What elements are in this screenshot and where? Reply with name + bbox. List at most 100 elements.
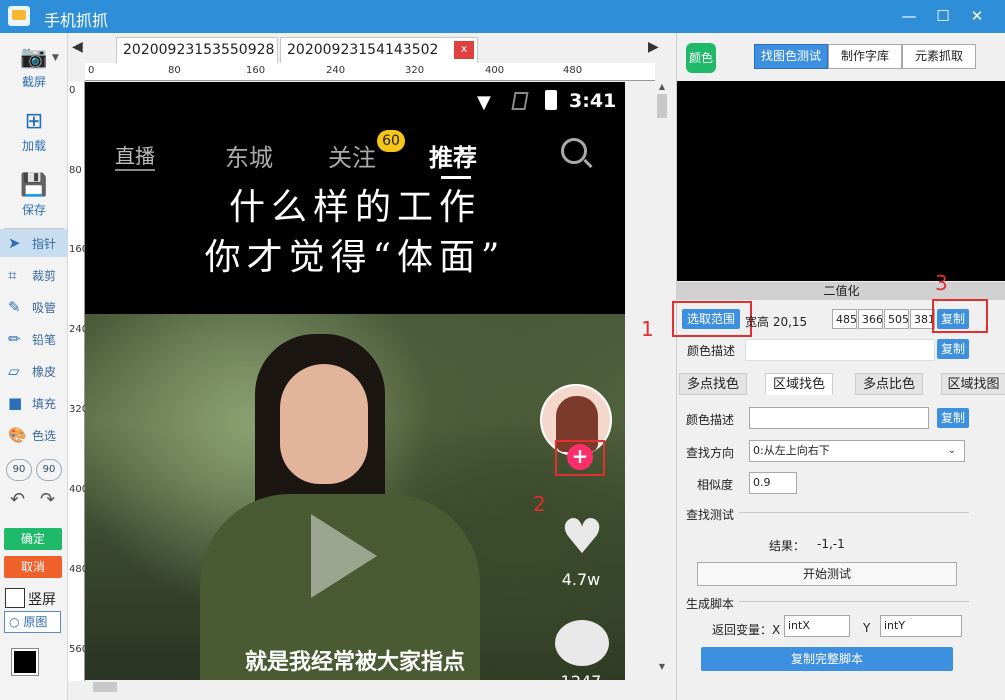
heart-icon: ♥ [560,509,604,565]
screenshot-button[interactable]: 📷 截屏 [0,41,68,101]
headline-line-2: 你才觉得“体面” [204,237,506,278]
fill-icon: ■ [8,394,23,412]
color-desc-input[interactable] [745,339,935,361]
subtab-area-find-image[interactable]: 区域找图 [941,373,1005,395]
tab-image-1[interactable]: 20200923153550928 [116,37,278,63]
coord-x1-input[interactable]: 485 [832,309,857,329]
direction-select[interactable]: 0:从左上向右下 ⌄ [749,440,965,462]
image-canvas[interactable]: ▼ 3:41 直播 东城 关注 60 推荐 什么样的工作 你才觉得“体面” 就是… [85,82,625,680]
status-time: 3:41 [569,90,617,112]
var-y-label: Y [863,621,871,635]
chevron-down-icon: ⌄ [947,445,956,456]
tab-close-button[interactable]: x [454,41,474,59]
title-bar: 手机抓抓 — ☐ ✕ [0,0,1005,33]
battery-icon [545,90,557,110]
crop-icon: ⌗ [8,266,17,284]
direction-value: 0:从左上向右下 [753,444,830,457]
var-x-input[interactable]: intX [784,615,850,637]
similarity-label: 相似度 [697,478,734,492]
tool-fill[interactable]: ■ 填充 [0,389,68,417]
annotation-box-3 [932,299,988,333]
tab-scroll-right-icon[interactable]: ▶ [648,39,659,55]
rotate-cw-button[interactable]: 90 [36,459,62,481]
phone-header: ▼ 3:41 直播 东城 关注 60 推荐 什么样的工作 你才觉得“体面” [85,82,625,314]
copy-area-desc-button[interactable]: 复制 [937,408,969,428]
load-icon: ⊞ [24,109,44,134]
similarity-input[interactable]: 0.9 [749,472,797,494]
maximize-button[interactable]: ☐ [926,0,960,33]
tab-element-capture[interactable]: 元素抓取 [902,44,976,69]
tab-image-2[interactable]: 20200923154143502 [280,37,478,63]
tab-find-color-test[interactable]: 找图色测试 [754,44,828,69]
tab-label: 20200923153550928 [123,42,275,58]
pointer-icon: ➤ [8,234,21,252]
area-color-desc-label: 颜色描述 [686,413,735,427]
right-panel: 颜色 找图色测试 制作字库 元素抓取 二值化 选取范围 1 宽高 20,15 4… [641,33,1005,700]
save-icon: 💾 [20,173,48,198]
screenshot-label: 截屏 [21,75,46,89]
coord-y1-input[interactable]: 366 [858,309,883,329]
video-subtitle: 就是我经常被大家指点 [244,650,465,675]
save-button[interactable]: 💾 保存 [0,169,68,229]
left-toolbar: 📷 截屏 ▼ ⊞ 加载 💾 保存 ➤ 指针 ⌗ 裁剪 ✎ 吸管 ✏ 铅笔 ▱ 橡皮 ■ 填充… [0,33,68,700]
tool-pointer[interactable]: ➤ 指针 [0,229,68,257]
copy-full-script-button[interactable]: 复制完整脚本 [701,647,953,671]
start-test-button[interactable]: 开始测试 [697,562,957,586]
eyedropper-icon: ✎ [8,298,21,316]
confirm-button[interactable]: 确定 [4,528,62,550]
rotate-ccw-button[interactable]: 90 [6,459,32,481]
binary-section-header: 二值化 [677,282,1005,300]
horizontal-scroll-thumb[interactable] [93,682,117,692]
tool-label: 色选 [32,429,57,443]
subtab-multipoint-find-color[interactable]: 多点找色 [679,373,747,395]
minimize-button[interactable]: — [892,0,926,33]
copy-color-desc-button[interactable]: 复制 [937,339,969,359]
follow-badge: 60 [377,130,405,152]
eraser-icon: ▱ [8,362,20,380]
tool-crop[interactable]: ⌗ 裁剪 [0,261,68,289]
ruler-tick: 480 [563,65,583,76]
var-y-input[interactable]: intY [880,615,962,637]
result-label: 结果： [769,539,806,553]
no-signal-icon [511,92,529,110]
radio-icon: ○ [9,615,20,629]
tab-make-font[interactable]: 制作字库 [828,44,902,69]
tool-label: 填充 [32,397,57,411]
color-button[interactable]: 颜色 [686,43,716,73]
tool-color-select[interactable]: 🎨 色选 [0,421,68,449]
tab-scroll-left-icon[interactable]: ◀ [72,39,83,55]
area-color-desc-input[interactable] [749,407,929,429]
subtab-area-find-color[interactable]: 区域找色 [765,373,833,395]
ruler-tick: 80 [168,65,181,76]
nav-recommend: 推荐 [429,144,477,172]
annotation-number-1: 1 [641,317,654,341]
app-logo-icon [8,6,30,26]
ruler-tick: 80 [69,165,82,176]
vertical-scrollbar[interactable]: ▲ ▼ [655,82,669,680]
tool-eraser[interactable]: ▱ 橡皮 [0,357,68,385]
annotation-box-1 [672,301,752,337]
foreground-color-swatch[interactable] [11,648,39,676]
cancel-button[interactable]: 取消 [4,556,62,578]
redo-button[interactable]: ↷ [40,489,55,510]
subtab-multipoint-compare[interactable]: 多点比色 [855,373,923,395]
wifi-icon: ▼ [477,92,491,113]
portrait-checkbox[interactable] [5,588,25,608]
load-label: 加载 [21,139,46,153]
pencil-icon: ✏ [8,330,21,348]
tool-label: 指针 [32,237,57,251]
horizontal-scrollbar[interactable] [85,680,655,694]
vertical-ruler: 0 80 160 240 320 400 480 560 [68,81,88,681]
chevron-down-icon[interactable]: ▼ [52,53,59,63]
person-face [280,364,368,484]
horizontal-ruler: 0 80 160 240 320 400 480 [85,63,655,81]
close-button[interactable]: ✕ [960,0,994,33]
tool-pencil[interactable]: ✏ 铅笔 [0,325,68,353]
load-button[interactable]: ⊞ 加载 [0,105,68,165]
original-button[interactable]: ○ 原图 [4,611,61,633]
tool-eyedropper[interactable]: ✎ 吸管 [0,293,68,321]
original-label: 原图 [23,615,48,629]
undo-button[interactable]: ↶ [10,489,25,510]
coord-x2-input[interactable]: 505 [884,309,909,329]
vertical-scroll-thumb[interactable] [657,94,667,118]
